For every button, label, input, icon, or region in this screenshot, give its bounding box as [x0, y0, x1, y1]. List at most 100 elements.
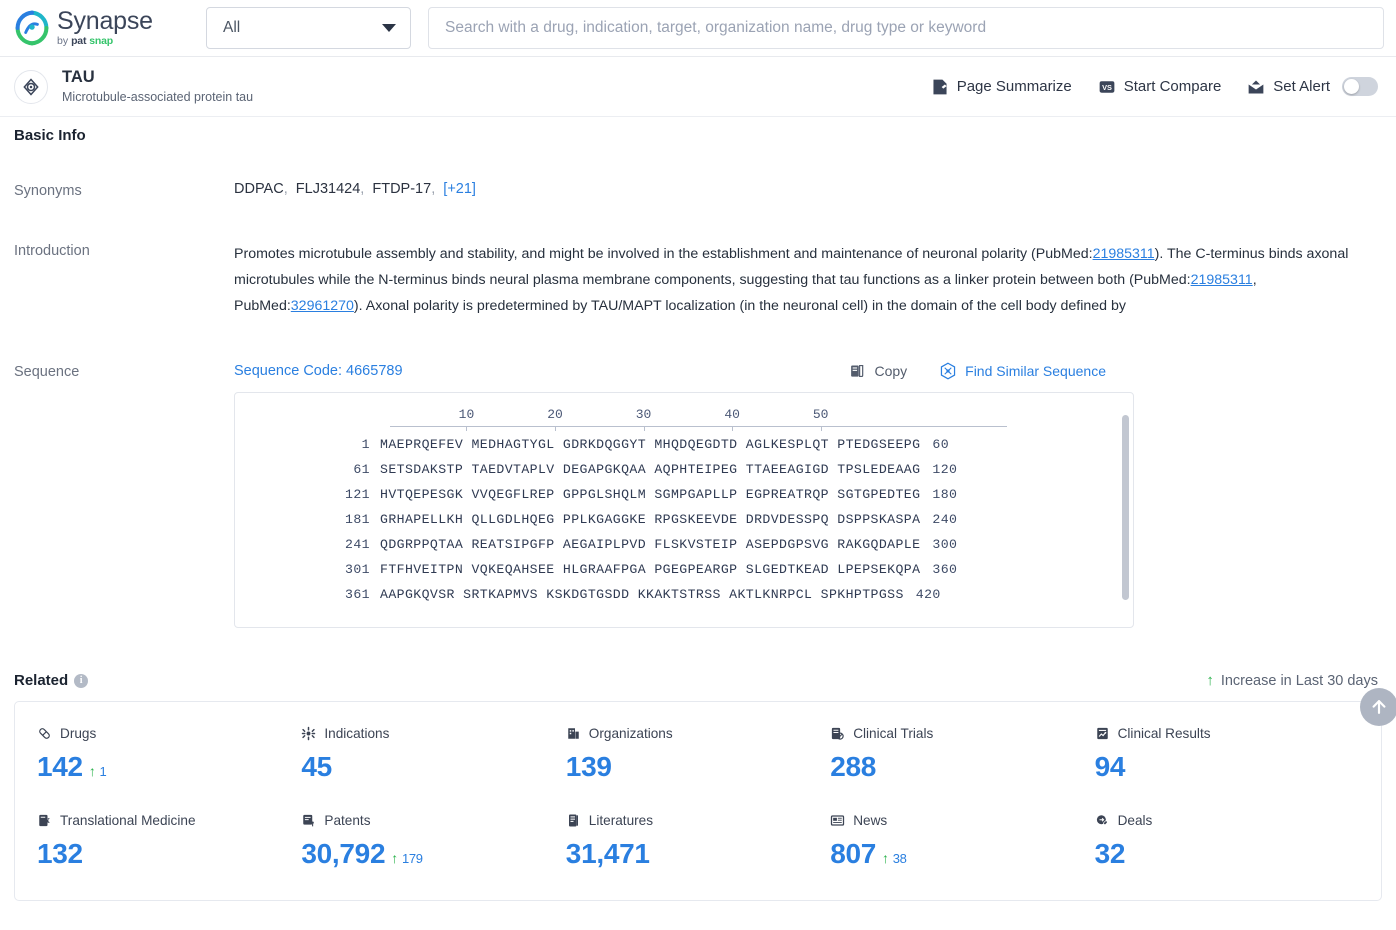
related-stat-label: Literatures: [588, 813, 654, 828]
related-stat-item[interactable]: Drugs 142 ↑ 1: [37, 726, 301, 783]
sequence-ruler: 10 20 30 40 50: [235, 407, 1133, 437]
copy-sequence-button[interactable]: Copy: [849, 363, 907, 380]
related-stat-value: 30,792: [301, 838, 386, 869]
related-stat-value-row: 32: [1095, 838, 1359, 870]
ruler-tick-mark: [732, 426, 734, 431]
related-stat-value-row: 30,792 ↑ 179: [301, 838, 565, 870]
related-stat-label: Translational Medicine: [60, 813, 196, 828]
sequence-residues: AAPGKQVSR SRTKAPMVS KSKDGTGSDD KKAKTSTRS…: [380, 587, 904, 602]
set-alert-button[interactable]: Set Alert: [1247, 77, 1378, 96]
page-summarize-label: Page Summarize: [956, 78, 1072, 95]
sequence-end-index: 240: [932, 512, 958, 527]
related-stat-item[interactable]: Patents 30,792 ↑ 179: [301, 813, 565, 870]
search-scope-select[interactable]: All: [206, 7, 411, 49]
sequence-end-index: 120: [932, 462, 958, 477]
sequence-start-index: 121: [345, 487, 370, 502]
sequence-residues: MAEPRQEFEV MEDHAGTYGL GDRKDQGGYT MHQDQEG…: [380, 437, 921, 452]
page-summarize-button[interactable]: Page Summarize: [931, 78, 1072, 96]
synonym-item[interactable]: DDPAC: [234, 181, 284, 197]
related-stat-delta: ↑ 1: [89, 764, 107, 779]
related-stat-label: Clinical Trials: [853, 726, 934, 741]
info-icon[interactable]: i: [74, 673, 89, 688]
related-stat-item[interactable]: Deals 32: [1095, 813, 1359, 870]
up-arrow-icon: ↑: [391, 850, 398, 866]
brand-name: Synapse: [57, 7, 153, 36]
ruler-tick-label: 20: [547, 407, 563, 422]
indications-icon: [301, 726, 316, 741]
related-stat-item[interactable]: Translational Medicine 132: [37, 813, 301, 870]
sequence-viewer[interactable]: 10 20 30 40 50 1 MAEPRQEFEV MEDHAGTYGL GDRKDQ…: [234, 392, 1134, 628]
search-input[interactable]: [428, 7, 1384, 49]
svg-text:VS: VS: [1102, 82, 1112, 91]
related-stat-value: 45: [301, 751, 332, 782]
related-stat-value-row: 142 ↑ 1: [37, 751, 301, 783]
related-stats-card: Drugs 142 ↑ 1 Indications 45 Organizations 139 C…: [14, 688, 1396, 901]
related-stat-label-row: Drugs: [37, 726, 301, 741]
introduction-row: Introduction Promotes microtubule assemb…: [14, 241, 1382, 319]
related-stat-label: Patents: [324, 813, 371, 828]
pubmed-link[interactable]: 32961270: [291, 298, 354, 314]
related-stat-item[interactable]: Clinical Trials 288: [830, 726, 1094, 783]
arrow-up-icon: [1372, 700, 1386, 714]
synapse-logo-icon: [14, 10, 50, 46]
related-stat-value: 139: [565, 751, 612, 782]
brand-pat: pat: [71, 35, 87, 48]
related-stat-label-row: Indications: [301, 726, 565, 741]
related-title: Related: [14, 672, 69, 689]
set-alert-label: Set Alert: [1273, 78, 1330, 95]
sequence-scrollbar[interactable]: [1122, 415, 1129, 600]
deals-icon: [1095, 813, 1110, 828]
related-stat-label: Indications: [324, 726, 390, 741]
start-compare-button[interactable]: VS Start Compare: [1098, 78, 1221, 96]
related-stat-label-row: News: [830, 813, 1094, 828]
sequence-start-index: 241: [345, 537, 370, 552]
entity-title: TAU: [62, 68, 95, 87]
synonym-item[interactable]: FLJ31424: [296, 181, 361, 197]
pubmed-link[interactable]: 21985311: [1093, 246, 1155, 262]
pubmed-link[interactable]: 21985311: [1191, 272, 1253, 288]
sequence-code-link[interactable]: Sequence Code: 4665789: [234, 363, 403, 379]
up-arrow-icon: ↑: [1206, 672, 1214, 689]
main-content: Basic Info Synonyms DDPAC, FLJ31424, FTD…: [0, 117, 1396, 901]
sequence-start-index: 361: [345, 587, 370, 602]
related-stat-item[interactable]: Indications 45: [301, 726, 565, 783]
sequence-line: 241 QDGRPPQTAA REATSIPGFP AEGAIPLPVD FLSK…: [235, 537, 1133, 562]
set-alert-toggle[interactable]: [1342, 77, 1378, 96]
copy-label: Copy: [874, 363, 908, 379]
related-stat-label-row: Deals: [1095, 813, 1359, 828]
introduction-text: Promotes microtubule assembly and stabil…: [234, 241, 1382, 319]
related-stat-value: 807: [830, 838, 877, 869]
synonym-item[interactable]: FTDP-17: [372, 181, 431, 197]
sequence-label: Sequence: [14, 364, 80, 380]
related-stat-label: News: [853, 813, 888, 828]
related-stat-item[interactable]: Literatures 31,471: [566, 813, 830, 870]
synonyms-row: Synonyms DDPAC, FLJ31424, FTDP-17, [+21]: [14, 181, 1382, 199]
introduction-label: Introduction: [14, 243, 90, 259]
related-stat-label-row: Translational Medicine: [37, 813, 301, 828]
related-stat-item[interactable]: Clinical Results 94: [1095, 726, 1359, 783]
synonyms-label: Synonyms: [14, 183, 82, 199]
translational-medicine-icon: [37, 813, 52, 828]
similar-sequence-icon: [939, 362, 957, 380]
sequence-residues: SETSDAKSTP TAEDVTAPLV DEGAPGKQAA AQPHTEI…: [380, 462, 921, 477]
clinical-results-icon: [1095, 726, 1110, 741]
related-stat-item[interactable]: Organizations 139: [566, 726, 830, 783]
sequence-residues: QDGRPPQTAA REATSIPGFP AEGAIPLPVD FLSKVST…: [380, 537, 921, 552]
related-stat-value: 31,471: [565, 838, 650, 869]
ruler-tick-label: 10: [458, 407, 475, 422]
sequence-start-index: 301: [345, 562, 370, 577]
related-stat-value-row: 45: [301, 751, 565, 783]
related-heading: Related i: [14, 672, 89, 689]
find-similar-sequence-button[interactable]: Find Similar Sequence: [939, 362, 1106, 380]
brand-logo[interactable]: Synapse by pat snap: [14, 9, 192, 47]
related-stat-item[interactable]: News 807 ↑ 38: [830, 813, 1094, 870]
related-stat-value-row: 31,471: [566, 838, 830, 870]
related-stat-label-row: Clinical Trials: [830, 726, 1094, 741]
related-stat-delta: ↑ 38: [882, 851, 907, 866]
scroll-to-top-button[interactable]: [1360, 688, 1396, 726]
increase-legend: ↑ Increase in Last 30 days: [1206, 673, 1382, 689]
synonyms-more-link[interactable]: [+21]: [443, 181, 476, 197]
related-stat-delta-value: 38: [892, 850, 907, 866]
related-stat-label-row: Organizations: [566, 726, 830, 741]
related-stat-label-row: Literatures: [566, 813, 830, 828]
